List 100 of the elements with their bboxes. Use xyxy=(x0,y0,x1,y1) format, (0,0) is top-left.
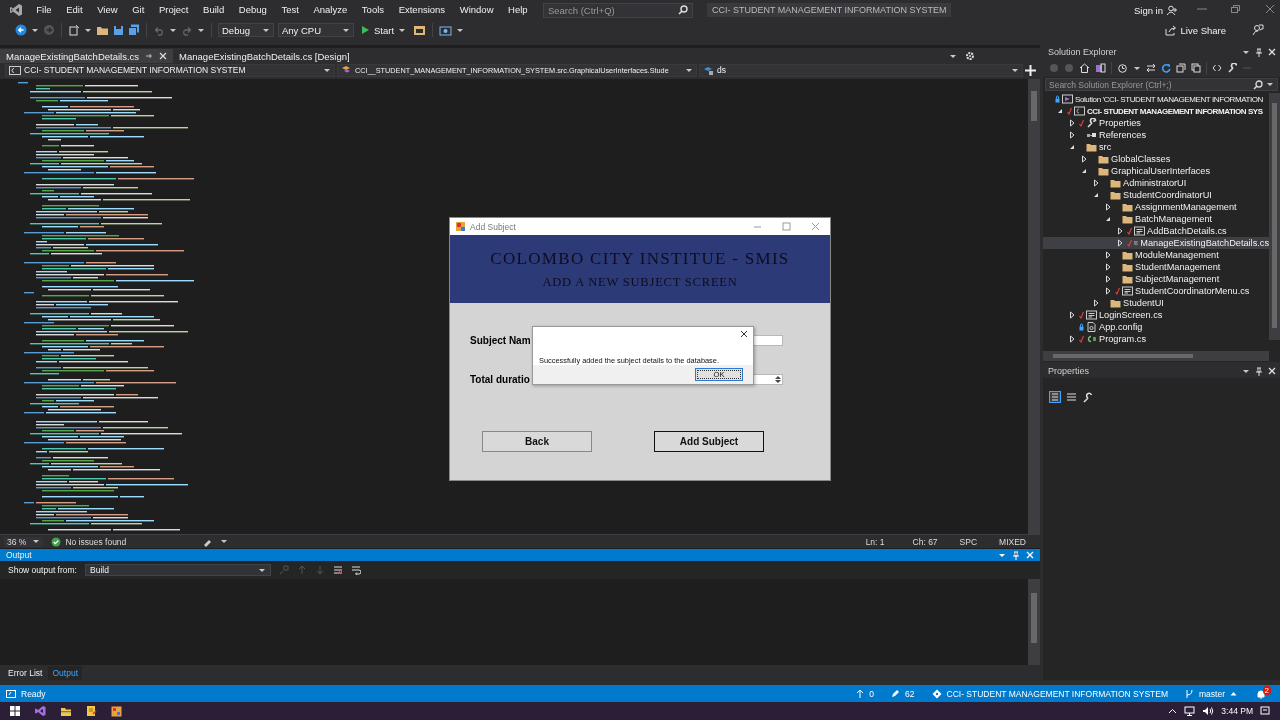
caret-icon[interactable] xyxy=(31,26,39,34)
collapsed-icon[interactable] xyxy=(1115,226,1125,236)
editor-tab[interactable]: ManageExistingBatchDetails.cs [Design] xyxy=(173,49,356,63)
tree-item[interactable]: LoginScreen.cs xyxy=(1043,309,1269,321)
vertical-scrollbar[interactable] xyxy=(1028,79,1040,534)
repository-button[interactable]: CCI- STUDENT MANAGEMENT INFORMATION SYSTEM xyxy=(931,688,1168,699)
editor-tab[interactable]: ManageExistingBatchDetails.cs xyxy=(0,49,174,63)
property-pages-icon[interactable] xyxy=(1082,391,1093,403)
app-icon[interactable] xyxy=(111,705,122,717)
dropdown-icon[interactable] xyxy=(1242,367,1250,375)
code-icon[interactable] xyxy=(1212,63,1222,73)
panel-tab[interactable]: Output xyxy=(48,666,82,680)
collapsed-icon[interactable] xyxy=(1115,238,1125,248)
window-icon[interactable] xyxy=(413,24,427,36)
menu-item[interactable]: Extensions xyxy=(391,0,453,20)
tree-item[interactable]: StudentManagement xyxy=(1043,261,1269,273)
collapsed-icon[interactable] xyxy=(1103,202,1113,212)
collapsed-icon[interactable] xyxy=(1067,334,1077,344)
tree-item[interactable]: ModuleManagement xyxy=(1043,249,1269,261)
tree-item[interactable]: GraphicalUserInterfaces xyxy=(1043,165,1269,177)
notifications-icon[interactable] xyxy=(1260,706,1270,716)
tree-item[interactable]: Properties xyxy=(1043,117,1269,129)
refresh-icon[interactable] xyxy=(1161,63,1171,73)
caret-icon[interactable] xyxy=(220,538,229,545)
back-icon[interactable] xyxy=(15,24,27,36)
tree-item[interactable]: App.config xyxy=(1043,321,1269,333)
form-button[interactable]: Add Subject xyxy=(654,431,764,452)
new-item-icon[interactable] xyxy=(68,24,80,36)
search-field[interactable]: Search Solution Explorer (Ctrl+;) xyxy=(1045,78,1278,91)
search-input[interactable]: Search (Ctrl+Q) xyxy=(547,4,668,16)
horizontal-scrollbar[interactable] xyxy=(1043,351,1269,361)
dropdown-icon[interactable] xyxy=(949,52,957,60)
menu-item[interactable]: Analyze xyxy=(306,0,355,20)
menu-item[interactable]: Build xyxy=(195,0,232,20)
live-share-button[interactable]: Live Share xyxy=(1164,24,1226,36)
caret-icon[interactable] xyxy=(1133,64,1141,72)
menu-item[interactable]: Git xyxy=(124,0,152,20)
collapsed-icon[interactable] xyxy=(1067,118,1077,128)
tree-item[interactable]: AssignmentManagement xyxy=(1043,201,1269,213)
chevron-up-icon[interactable] xyxy=(1168,708,1178,714)
visual-studio-logo[interactable] xyxy=(34,705,46,717)
menu-item[interactable]: Edit xyxy=(58,0,90,20)
split-icon[interactable] xyxy=(1025,64,1036,76)
zoom-dropdown[interactable]: 36 % xyxy=(4,536,44,547)
bell-icon[interactable] xyxy=(1256,688,1266,699)
menu-item[interactable]: Project xyxy=(151,0,196,20)
collapsed-icon[interactable] xyxy=(1091,178,1101,188)
tree-item[interactable]: ManageExistingBatchDetails.cs xyxy=(1043,237,1269,249)
tree-item[interactable]: Program.cs xyxy=(1043,333,1269,345)
source-dropdown[interactable]: Build xyxy=(85,564,271,576)
sign-in-link[interactable]: Sign in xyxy=(1133,4,1163,16)
collapsed-icon[interactable] xyxy=(1079,154,1089,164)
visual-studio-logo[interactable] xyxy=(9,3,23,17)
caret-icon[interactable] xyxy=(197,26,205,34)
categorized-icon[interactable] xyxy=(1049,391,1061,403)
tree-item[interactable]: BatchManagement xyxy=(1043,213,1269,225)
folder-icon[interactable] xyxy=(96,24,109,36)
caret-icon[interactable] xyxy=(456,26,465,34)
configuration-dropdown[interactable]: Debug xyxy=(218,23,274,37)
tree-item[interactable]: src xyxy=(1043,141,1269,153)
collapsed-icon[interactable] xyxy=(1103,274,1113,284)
platform-dropdown[interactable]: Any CPU xyxy=(278,23,354,37)
dropdown-icon[interactable] xyxy=(1242,48,1250,56)
tree-item[interactable]: StudentCoordinatorMenu.cs xyxy=(1043,285,1269,297)
menu-item[interactable]: Debug xyxy=(231,0,275,20)
menu-item[interactable]: Window xyxy=(452,0,501,20)
tree-item[interactable]: SubjectManagement xyxy=(1043,273,1269,285)
tree-item[interactable]: Solution 'CCI- STUDENT MANAGEMENT INFORMATION xyxy=(1043,93,1269,105)
history-icon[interactable] xyxy=(1117,63,1128,73)
tree-item[interactable]: AddBatchDetails.cs xyxy=(1043,225,1269,237)
menu-item[interactable]: File xyxy=(29,0,59,20)
switch-views-icon[interactable] xyxy=(1095,63,1106,73)
collapsed-icon[interactable] xyxy=(1091,298,1101,308)
menu-item[interactable]: View xyxy=(89,0,125,20)
pin-icon[interactable] xyxy=(1255,47,1263,57)
volume-icon[interactable] xyxy=(1202,706,1215,716)
notes-icon[interactable] xyxy=(86,705,97,717)
settings-icon[interactable] xyxy=(965,51,975,61)
camera-icon[interactable] xyxy=(439,24,453,36)
pin-icon[interactable] xyxy=(145,52,154,60)
number-field[interactable] xyxy=(753,373,783,385)
word-wrap-icon[interactable] xyxy=(351,565,361,575)
collapsed-icon[interactable] xyxy=(1067,310,1077,320)
restore-icon[interactable] xyxy=(1230,4,1242,14)
caret-icon[interactable] xyxy=(84,26,92,34)
menu-item[interactable]: Test xyxy=(274,0,307,20)
text-field[interactable] xyxy=(753,334,783,346)
clear-icon[interactable] xyxy=(333,565,343,575)
folder-icon[interactable] xyxy=(60,705,72,717)
collapsed-icon[interactable] xyxy=(1067,130,1077,140)
wrench-icon[interactable] xyxy=(1227,63,1237,73)
pin-icon[interactable] xyxy=(1255,366,1263,376)
windows-start-icon[interactable] xyxy=(10,706,20,716)
tree-item[interactable]: CCI- STUDENT MANAGEMENT INFORMATION SYS xyxy=(1043,105,1269,117)
form-button[interactable]: Back xyxy=(482,431,592,452)
alphabetical-icon[interactable] xyxy=(1066,391,1077,403)
search-field[interactable]: Search (Ctrl+Q) xyxy=(542,2,693,18)
home-icon[interactable] xyxy=(1079,63,1090,73)
dropdown-icon[interactable] xyxy=(998,551,1006,559)
collapsed-icon[interactable] xyxy=(1103,286,1113,296)
